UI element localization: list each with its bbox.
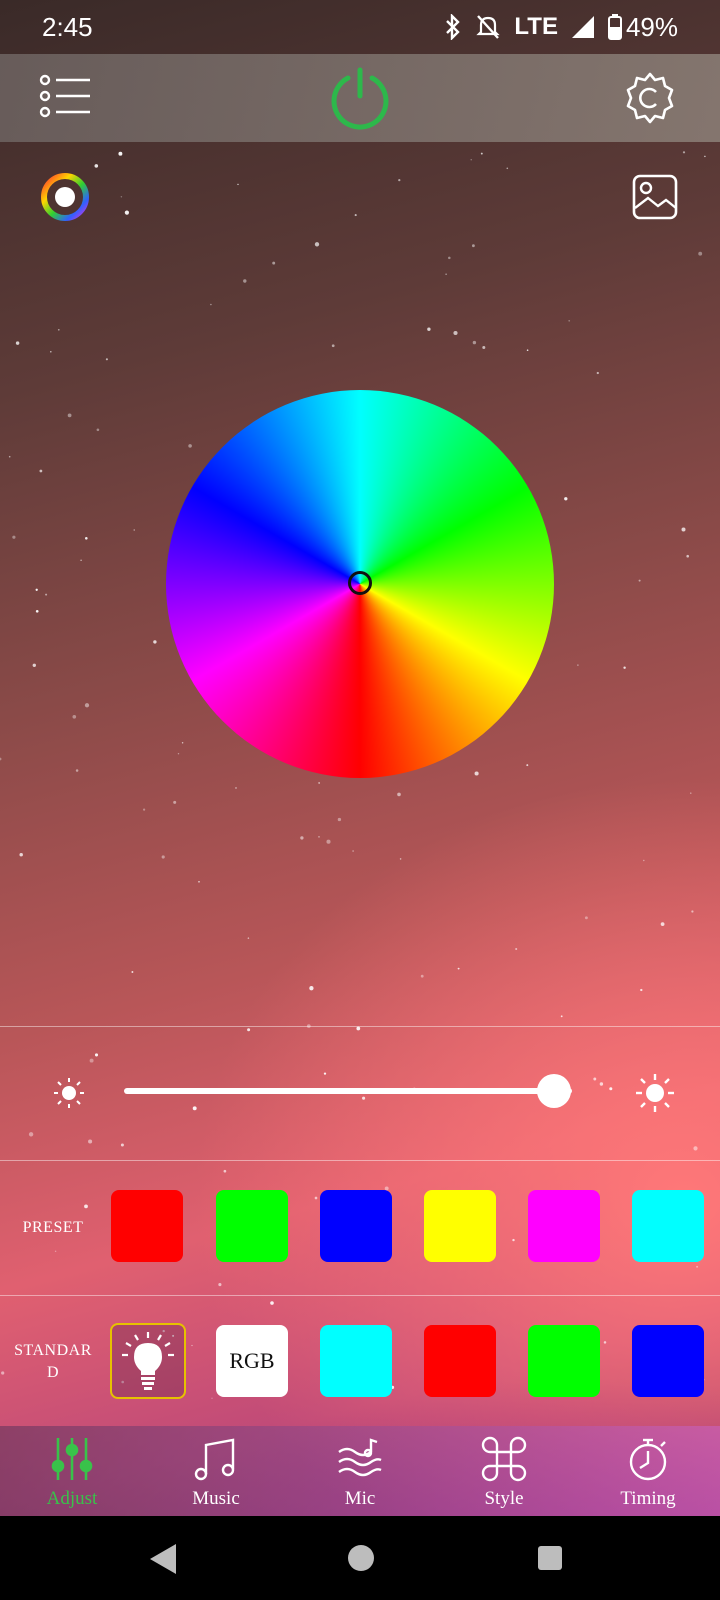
lightbulb-icon: [122, 1332, 174, 1390]
preset-swatch-green[interactable]: [216, 1190, 288, 1262]
signal-icon: [571, 16, 594, 38]
bottom-navigation: Adjust Music Mic Style Timing: [0, 1426, 720, 1516]
brightness-slider-track[interactable]: [124, 1088, 572, 1094]
recents-icon[interactable]: [538, 1546, 562, 1570]
preset-swatch-cyan[interactable]: [632, 1190, 704, 1262]
color-wheel-cursor[interactable]: [348, 571, 372, 595]
command-icon: [481, 1436, 527, 1482]
divider: [0, 1160, 720, 1161]
preset-swatch-magenta[interactable]: [528, 1190, 600, 1262]
back-icon[interactable]: [150, 1544, 176, 1574]
tab-music[interactable]: Music: [144, 1426, 288, 1516]
battery-icon: [607, 14, 622, 40]
divider: [0, 1026, 720, 1027]
brightness-low-icon: [52, 1076, 86, 1110]
tab-mic-label: Mic: [344, 1488, 376, 1509]
music-note-icon: [194, 1438, 235, 1481]
gear-icon: [626, 72, 674, 124]
settings-button[interactable]: [622, 70, 678, 126]
power-icon: [331, 67, 389, 130]
standard-label-line1: STANDAR: [14, 1342, 92, 1359]
system-navigation-bar: [0, 1516, 720, 1600]
standard-label-line2: D: [46, 1364, 60, 1381]
tab-mic[interactable]: Mic: [288, 1426, 432, 1516]
tab-adjust[interactable]: Adjust: [0, 1426, 144, 1516]
standard-swatch-green[interactable]: [528, 1325, 600, 1397]
sliders-icon: [51, 1438, 93, 1480]
tab-style[interactable]: Style: [432, 1426, 576, 1516]
tab-music-label: Music: [192, 1488, 240, 1509]
battery-percent: 49%: [625, 11, 678, 42]
muted-bell-icon: [476, 15, 501, 39]
top-toolbar: [0, 54, 720, 142]
standard-label: STANDAR D: [3, 1340, 103, 1384]
image-mode-button[interactable]: [632, 174, 678, 220]
brightness-slider-thumb[interactable]: [537, 1074, 572, 1108]
color-ring-icon: [41, 173, 89, 221]
tab-timing-label: Timing: [620, 1488, 676, 1509]
standard-swatch-cyan[interactable]: [320, 1325, 392, 1397]
tab-adjust-label: Adjust: [46, 1488, 98, 1509]
menu-button[interactable]: [38, 74, 94, 122]
bluetooth-icon: [446, 14, 461, 40]
preset-swatch-red[interactable]: [111, 1190, 183, 1262]
status-time: 2:45: [42, 11, 93, 42]
tab-style-label: Style: [484, 1488, 524, 1509]
network-type: LTE: [514, 13, 558, 40]
preset-swatch-blue[interactable]: [320, 1190, 392, 1262]
brightness-high-icon: [634, 1072, 676, 1114]
rgb-mode-button[interactable]: RGB: [216, 1325, 288, 1397]
standard-swatch-blue[interactable]: [632, 1325, 704, 1397]
list-icon: [39, 74, 90, 118]
preset-swatch-yellow[interactable]: [424, 1190, 496, 1262]
divider: [0, 1295, 720, 1296]
stopwatch-icon: [629, 1438, 667, 1481]
white-light-button[interactable]: [110, 1323, 186, 1399]
standard-swatch-red[interactable]: [424, 1325, 496, 1397]
status-icons: LTE 49%: [444, 12, 678, 43]
mic-wave-icon: [338, 1438, 382, 1477]
tab-timing[interactable]: Timing: [576, 1426, 720, 1516]
home-icon[interactable]: [348, 1545, 374, 1571]
color-mode-button[interactable]: [38, 170, 92, 224]
image-icon: [632, 174, 678, 220]
preset-label: PRESET: [22, 1219, 84, 1236]
power-button[interactable]: [328, 66, 392, 130]
status-bar: 2:45 LTE 49%: [0, 0, 720, 54]
